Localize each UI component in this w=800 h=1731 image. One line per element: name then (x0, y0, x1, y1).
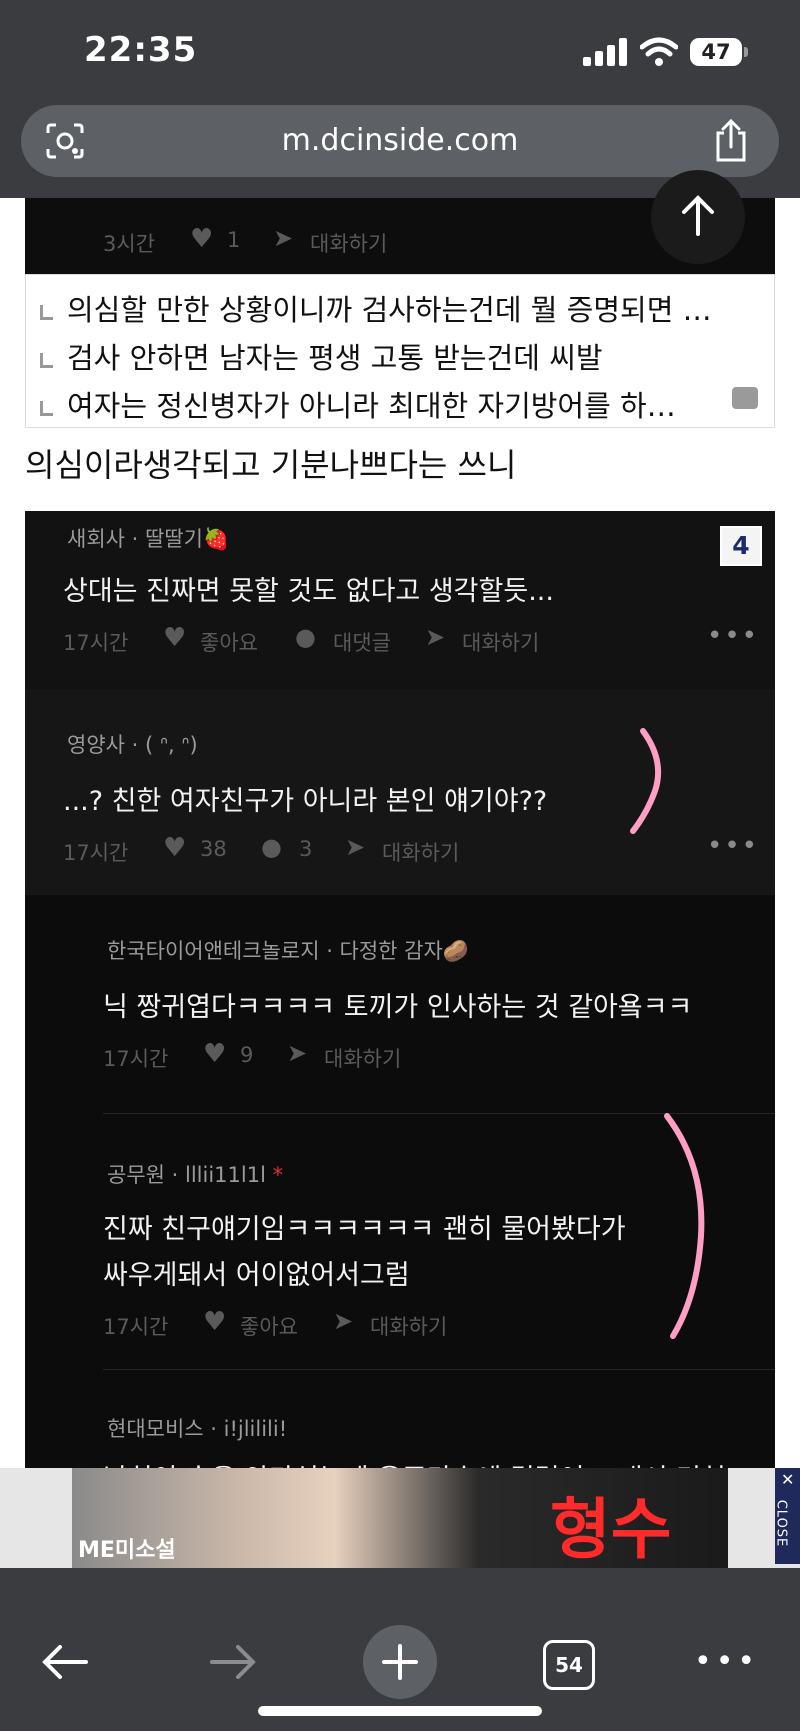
comment-icon[interactable] (732, 387, 758, 409)
wifi-icon (640, 37, 678, 66)
scroll-top-button[interactable] (651, 170, 745, 264)
speech-bubble-icon: ● (295, 623, 316, 651)
browser-top-bar: 22:35 47 m.dcinside.com (0, 0, 800, 198)
send-icon: ➤ (345, 833, 366, 861)
close-icon: ✕ (781, 1470, 795, 1489)
comment-author: 영양사 · ( ᐢ, ᐢ) (67, 733, 198, 757)
potato-icon: 🥔 (442, 939, 469, 963)
like-count: 38 (200, 837, 227, 861)
heart-icon[interactable]: ♥ (163, 623, 186, 653)
comment-author: 새회사 · 딸딸기🍓 (67, 527, 230, 551)
signal-icon (583, 38, 627, 66)
send-icon: ➤ (273, 224, 294, 252)
reply-author: 한국타이어앤테크놀로지 · 다정한 감자🥔 (107, 939, 469, 963)
tab-switcher-button[interactable]: 54 (543, 1640, 595, 1690)
reply-author: 공무원 · lllii11l1l * (107, 1163, 284, 1187)
url-text[interactable]: m.dcinside.com (141, 105, 659, 177)
forward-arrow-icon[interactable] (208, 1642, 258, 1682)
reply-preview-box: 의심할 만한 상황이니까 검사하는건데 뭘 증명되면 … 검사 안하면 남자는 … (25, 274, 775, 428)
divider (103, 1369, 775, 1370)
post-body-text: 의심이라생각되고 기분나쁘다는 쓰니 (25, 446, 517, 484)
share-icon[interactable] (711, 119, 751, 163)
required-mark: * (272, 1163, 284, 1187)
home-indicator (258, 1706, 542, 1716)
plus-icon (382, 1644, 418, 1680)
strawberry-icon: 🍓 (202, 527, 230, 551)
reply-preview-item[interactable]: 의심할 만한 상황이니까 검사하는건데 뭘 증명되면 … (40, 287, 770, 329)
reply-preview-item[interactable]: 검사 안하면 남자는 평생 고통 받는건데 씨발 (40, 335, 770, 377)
image-index-badge: 4 (720, 526, 762, 566)
chat-action[interactable]: 대화하기 (462, 627, 539, 657)
more-icon[interactable]: ••• (707, 621, 759, 651)
ad-close-label: CLOSE (773, 1499, 789, 1548)
comment: 새회사 · 딸딸기🍓 4 상대는 진짜면 못할 것도 없다고 생각할듯... 1… (25, 511, 775, 690)
comment-time: 17시간 (63, 631, 129, 655)
embedded-image[interactable]: 새회사 · 딸딸기🍓 4 상대는 진짜면 못할 것도 없다고 생각할듯... 1… (25, 511, 775, 1468)
comment-text: ...? 친한 여자친구가 아니라 본인 얘기야?? (63, 786, 548, 817)
ad-close-button[interactable]: ✕ CLOSE (773, 1468, 800, 1564)
heart-icon[interactable]: ♥ (203, 1039, 226, 1069)
send-icon: ➤ (425, 623, 446, 651)
new-tab-button[interactable] (363, 1625, 437, 1699)
send-icon: ➤ (333, 1307, 354, 1335)
battery-indicator: 47 (690, 38, 742, 66)
ad-image[interactable]: ME미소설 형수 (72, 1468, 728, 1568)
more-icon[interactable]: ••• (707, 831, 759, 861)
chat-action[interactable]: 대화하기 (370, 1311, 447, 1341)
reply-preview-text: 의심할 만한 상황이니까 검사하는건데 뭘 증명되면 … (67, 293, 712, 327)
like-label[interactable]: 좋아요 (240, 1311, 298, 1341)
comment-text: 상대는 진짜면 못할 것도 없다고 생각할듯... (63, 576, 554, 607)
comment-time: 17시간 (63, 841, 129, 865)
chat-action[interactable]: 대화하기 (310, 228, 387, 258)
lens-icon[interactable] (45, 123, 85, 159)
reply-text: 닉 짱귀엽다ㅋㅋㅋㅋ 토끼가 인사하는 것 같아욬ㅋㅋ (103, 992, 693, 1023)
heart-icon[interactable]: ♥ (203, 1307, 226, 1337)
comment-time: 3시간 (103, 232, 156, 256)
more-menu-icon[interactable]: ••• (694, 1644, 759, 1679)
arrow-up-icon (682, 195, 714, 236)
reply-label[interactable]: 대댓글 (333, 627, 391, 657)
chat-action[interactable]: 대화하기 (382, 837, 459, 867)
chat-action[interactable]: 대화하기 (324, 1043, 401, 1073)
browser-bottom-bar: 54 ••• (0, 1568, 800, 1731)
reply-text: 남친이 술을 안마셨는데 음주단속에 걸렸어 그래서 면허 (103, 1457, 726, 1468)
reply-text-line: 싸우게돼서 어이없어서그럼 (103, 1260, 410, 1291)
like-count: 1 (227, 228, 241, 252)
reply-preview-text: 검사 안하면 남자는 평생 고통 받는건데 씨발 (67, 341, 603, 375)
speech-bubble-icon: ● (261, 833, 282, 861)
ad-brand: ME미소설 (78, 1538, 176, 1563)
tab-count: 54 (555, 1653, 583, 1677)
ad-banner[interactable]: ME미소설 형수 ✕ CLOSE (0, 1468, 800, 1568)
like-count: 9 (240, 1043, 254, 1067)
reply-corner-icon (40, 400, 53, 416)
reply-corner-icon (40, 304, 53, 320)
like-label[interactable]: 좋아요 (200, 627, 258, 657)
back-arrow-icon[interactable] (40, 1642, 90, 1682)
reply-time: 17시간 (103, 1315, 169, 1339)
address-bar[interactable]: m.dcinside.com (21, 105, 779, 177)
status-time: 22:35 (84, 30, 198, 70)
heart-icon[interactable]: ♥ (190, 224, 213, 254)
reply-preview-item[interactable]: 여자는 정신병자가 아니라 최대한 자기방어를 하… (40, 383, 720, 425)
reply-count: 3 (299, 837, 313, 861)
pink-annotation-mark (664, 1113, 705, 1339)
reply-preview-text: 여자는 정신병자가 아니라 최대한 자기방어를 하… (67, 389, 676, 423)
reply-author: 현대모비스 · i!jlilili! (107, 1417, 288, 1441)
heart-icon[interactable]: ♥ (163, 833, 186, 863)
reply-time: 17시간 (103, 1047, 169, 1071)
ad-title: 형수 (550, 1490, 672, 1568)
battery-nub (744, 47, 748, 57)
pink-annotation-mark (630, 728, 662, 834)
send-icon: ➤ (287, 1039, 308, 1067)
reply-text-line: 진짜 친구얘기임ㅋㅋㅋㅋㅋㅋ 괜히 물어봤다가 (103, 1214, 626, 1245)
reply-corner-icon (40, 352, 53, 368)
